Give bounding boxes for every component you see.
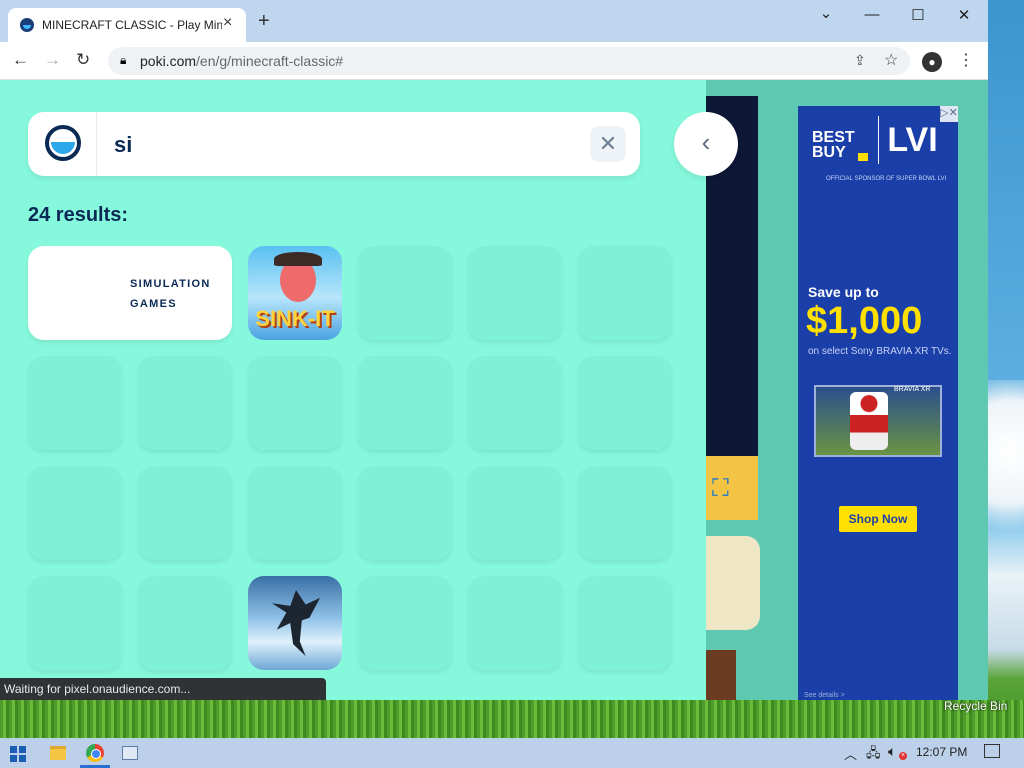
search-box: ✕ [28, 112, 640, 176]
desktop-cloud [986, 380, 1024, 560]
restore-button[interactable]: ☐ [898, 6, 938, 24]
ad-details-link[interactable]: See details > [804, 692, 845, 699]
lock-icon[interactable]: 🔒︎ [120, 53, 126, 68]
url-path: /en/g/minecraft-classic# [196, 53, 344, 69]
game-tile[interactable] [468, 246, 562, 340]
window-close-button[interactable]: ✕ [944, 6, 984, 24]
address-bar[interactable]: 🔒︎ poki.com/en/g/minecraft-classic# ⇪ ☆ [108, 47, 910, 75]
star-icon[interactable]: ☆ [884, 50, 898, 70]
clear-icon[interactable]: ✕ [590, 126, 626, 162]
tab-close-icon[interactable]: × [223, 14, 232, 32]
ad-tv-label: BRAVIA XR [894, 386, 931, 393]
network-icon[interactable]: 🖧︎ [866, 744, 881, 766]
chrome-icon[interactable] [86, 744, 104, 762]
pirate-hat-art [274, 252, 322, 266]
volume-muted-badge: × [899, 752, 907, 760]
reload-icon[interactable]: ↻ [76, 50, 90, 70]
side-game-card[interactable] [706, 536, 760, 630]
windows-start-icon[interactable] [10, 746, 26, 762]
game-tile[interactable] [468, 466, 562, 560]
share-icon[interactable]: ⇪ [854, 52, 866, 69]
game-tile[interactable] [578, 246, 672, 340]
back-arrow-icon[interactable]: ← [12, 50, 29, 70]
ad-logo: BEST BUY [812, 129, 855, 161]
game-tile[interactable] [138, 576, 232, 670]
tray-chevron-icon[interactable]: ︿ [844, 744, 857, 763]
notification-icon[interactable] [984, 744, 1000, 758]
tab-search-caret-icon[interactable]: ⌄ [806, 4, 846, 22]
browser-window: MINECRAFT CLASSIC - Play Mine × + ⌄ — ☐ … [0, 0, 988, 700]
toolbar: ← → ↻ 🔒︎ poki.com/en/g/minecraft-classic… [0, 42, 988, 80]
game-tile[interactable] [28, 466, 122, 560]
game-tile[interactable] [358, 356, 452, 450]
game-tile[interactable] [28, 356, 122, 450]
volume-icon[interactable]: 🔈︎ [888, 743, 896, 760]
new-tab-button[interactable]: + [258, 11, 270, 31]
category-label: SIMULATION GAMES [130, 278, 211, 310]
game-tile[interactable] [578, 576, 672, 670]
tab-title: MINECRAFT CLASSIC - Play Mine [42, 18, 222, 32]
ad-caption: on select Sony BRAVIA XR TVs. [808, 346, 952, 357]
game-tile-dragon[interactable] [248, 576, 342, 670]
game-tile[interactable] [358, 576, 452, 670]
ad-price: $1,000 [806, 300, 923, 342]
ad-headline: Save up to [808, 284, 879, 300]
url-host: poki.com [140, 53, 197, 69]
profile-icon[interactable]: ● [922, 52, 942, 72]
ad-shop-now-button[interactable]: Shop Now [839, 506, 917, 532]
game-tile[interactable] [358, 246, 452, 340]
game-tile[interactable] [138, 356, 232, 450]
recycle-bin-label[interactable]: Recycle Bin [944, 699, 1007, 713]
game-tile[interactable] [248, 356, 342, 450]
desktop-grass [0, 700, 1024, 738]
category-tile-simulation-games[interactable]: SIMULATION GAMES [28, 246, 232, 340]
menu-icon[interactable]: ⋮ [958, 50, 974, 70]
url-text[interactable]: poki.com/en/g/minecraft-classic# [140, 53, 343, 69]
search-divider [96, 112, 97, 176]
dragon-art [272, 590, 320, 656]
forward-arrow-icon[interactable]: → [44, 50, 61, 70]
game-tile-sink-it[interactable]: SINK-IT [248, 246, 342, 340]
poki-favicon-icon [20, 18, 34, 32]
clock[interactable]: 12:07 PM [916, 745, 967, 759]
results-count: 24 results: [28, 204, 129, 226]
minimize-button[interactable]: — [852, 6, 892, 23]
ad-logo-tag [858, 153, 868, 161]
game-tile[interactable] [578, 356, 672, 450]
game-tile[interactable] [468, 576, 562, 670]
search-panel: ✕ ‹ 24 results: SIMULATION GAMES SINK-IT [0, 80, 738, 700]
game-tile[interactable] [358, 466, 452, 560]
browser-tab[interactable]: MINECRAFT CLASSIC - Play Mine × [8, 8, 246, 42]
task-manager-icon[interactable] [122, 746, 138, 760]
game-tile[interactable] [28, 576, 122, 670]
taskbar: ︿ 🖧︎ 🔈︎ × 12:07 PM [0, 738, 1024, 768]
ad-football-player [850, 392, 888, 450]
side-game-card-2[interactable] [706, 650, 736, 700]
sink-it-logo: SINK-IT [255, 306, 335, 331]
game-tile[interactable] [578, 466, 672, 560]
game-tile[interactable] [138, 466, 232, 560]
game-tile[interactable] [468, 356, 562, 450]
poki-logo-icon[interactable] [45, 125, 81, 161]
tab-strip: MINECRAFT CLASSIC - Play Mine × + ⌄ — ☐ … [0, 0, 988, 42]
ad-sponsor-text: OFFICIAL SPONSOR OF SUPER BOWL LVI [826, 176, 947, 182]
game-tile[interactable] [248, 466, 342, 560]
file-explorer-icon[interactable] [50, 746, 66, 760]
status-bubble: Waiting for pixel.onaudience.com... [0, 678, 326, 700]
chevron-left-icon[interactable]: ‹ [674, 112, 738, 176]
fullscreen-icon[interactable]: ⛶ [712, 475, 729, 503]
ad-super-bowl-logo: LVI [878, 116, 946, 164]
search-input[interactable] [114, 130, 594, 160]
